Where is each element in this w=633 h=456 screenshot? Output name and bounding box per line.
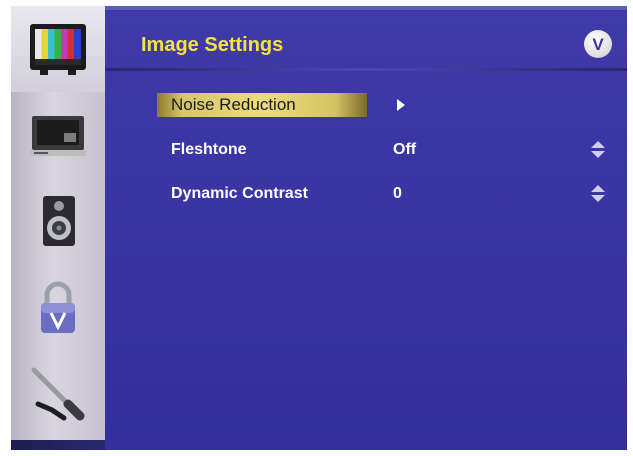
menu-item-value: Off [393, 141, 417, 158]
rail-item-audio[interactable] [11, 178, 105, 264]
speaker-icon [43, 196, 75, 246]
rail-item-parental[interactable] [11, 264, 105, 350]
rail-item-picture[interactable] [11, 6, 105, 92]
menu-panel: Image Settings V Noise Reduction Fleshto… [105, 6, 627, 450]
tv-color-bars-icon [30, 24, 86, 75]
up-down-arrows-icon[interactable] [591, 185, 605, 203]
menu-item-fleshtone[interactable]: Fleshtone Off [157, 138, 617, 162]
monitor-icon [30, 116, 86, 156]
wrench-icon [31, 367, 85, 421]
menu-item-label: Fleshtone [171, 141, 247, 158]
vizio-logo-icon: V [584, 30, 612, 58]
rail-item-setup[interactable] [11, 350, 105, 436]
page-title: Image Settings [141, 34, 284, 56]
menu-item-dynamic-contrast[interactable]: Dynamic Contrast 0 [157, 182, 617, 206]
menu-item-noise-reduction[interactable]: Noise Reduction [157, 93, 617, 117]
submenu-arrow-icon [397, 99, 405, 111]
panel-top-strip [105, 6, 627, 10]
menu-item-value: 0 [393, 185, 402, 202]
category-sidebar [11, 6, 105, 450]
rail-item-display[interactable] [11, 92, 105, 178]
menu-item-label: Noise Reduction [157, 93, 367, 117]
rail-footer [11, 440, 105, 450]
padlock-icon [41, 281, 75, 333]
title-divider [105, 68, 627, 71]
menu-item-label: Dynamic Contrast [171, 185, 308, 202]
up-down-arrows-icon[interactable] [591, 141, 605, 159]
